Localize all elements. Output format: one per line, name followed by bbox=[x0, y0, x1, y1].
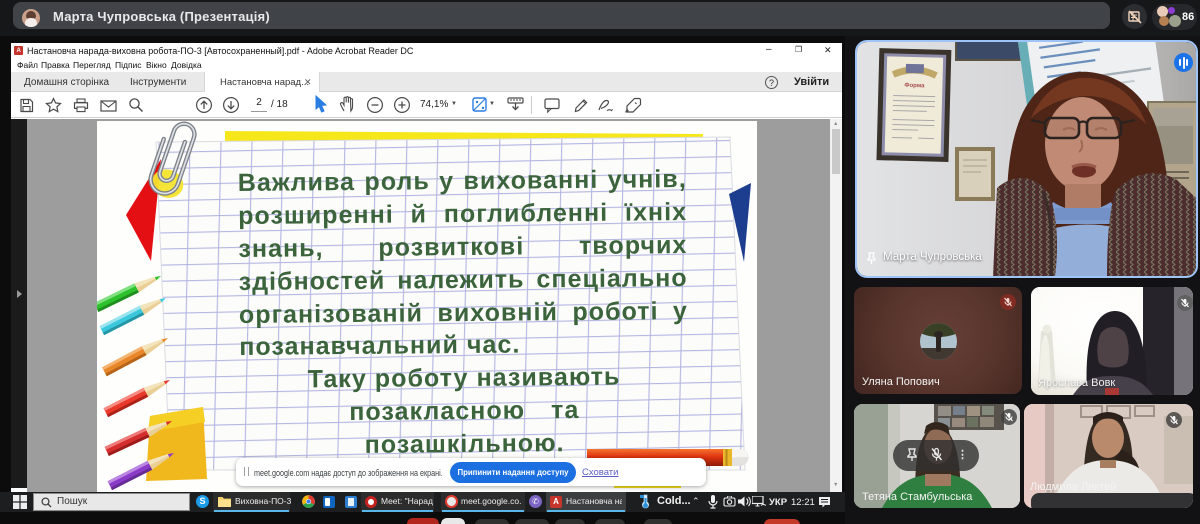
svg-text:Форма: Форма bbox=[904, 83, 925, 90]
